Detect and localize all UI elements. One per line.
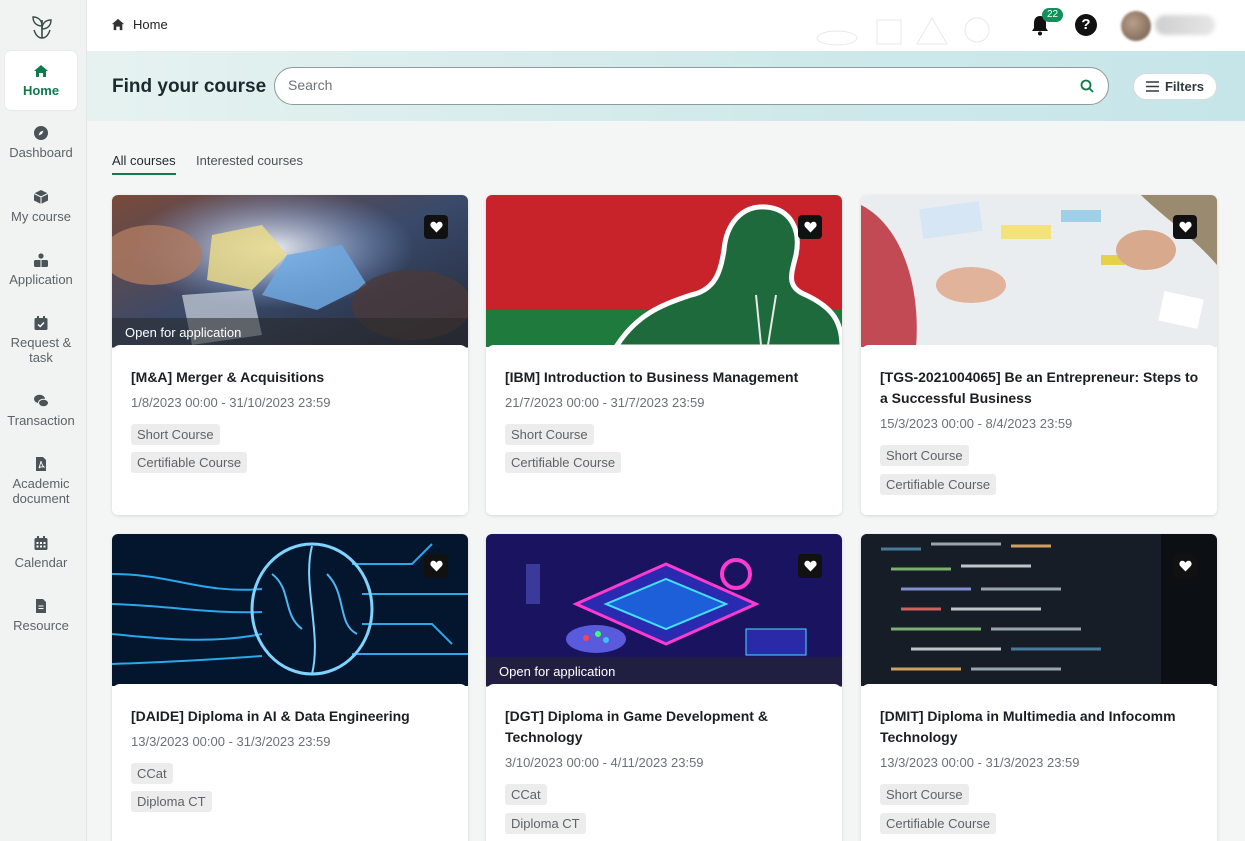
course-thumbnail-code-screen <box>861 534 1217 686</box>
tab-all-courses[interactable]: All courses <box>112 153 176 175</box>
course-title[interactable]: [DGT] Diploma in Game Development & Tech… <box>505 706 825 748</box>
sidebar-item-label: Home <box>22 83 60 98</box>
course-dates: 13/3/2023 00:00 - 31/3/2023 23:59 <box>880 755 1080 770</box>
course-tag: Certifiable Course <box>505 452 622 473</box>
course-card[interactable]: [IBM] Introduction to Business Managemen… <box>486 195 842 515</box>
course-card[interactable]: [TGS-2021004065] Be an Entrepreneur: Ste… <box>861 195 1217 515</box>
course-dates: 13/3/2023 00:00 - 31/3/2023 23:59 <box>131 734 331 749</box>
favorite-heart-icon[interactable] <box>424 554 448 578</box>
course-tag: Diploma CT <box>505 813 586 834</box>
course-title[interactable]: [M&A] Merger & Acquisitions <box>131 367 451 388</box>
logo-icon <box>32 16 52 39</box>
background-doodle <box>816 16 990 46</box>
chat-icon <box>34 394 49 408</box>
sidebar-item-transaction[interactable]: Transaction <box>5 393 77 428</box>
user-name-blurred[interactable] <box>1155 15 1215 35</box>
course-tag: Diploma CT <box>131 791 212 812</box>
course-tag: CCat <box>505 784 547 805</box>
sidebar-item-my-course[interactable]: My course <box>5 189 77 224</box>
course-tag: CCat <box>131 763 173 784</box>
compass-icon <box>34 126 48 140</box>
file-icon <box>36 599 46 613</box>
status-badge: Open for application <box>486 657 842 687</box>
sidebar-item-label: Academic document <box>12 476 70 506</box>
course-card-body: [DMIT] Diploma in Multimedia and Infocom… <box>861 684 1217 841</box>
course-tag: Short Course <box>505 424 594 445</box>
course-tag: Short Course <box>880 445 969 466</box>
notification-count-badge: 22 <box>1042 8 1064 22</box>
tab-interested-courses[interactable]: Interested courses <box>196 153 303 168</box>
avatar[interactable] <box>1121 11 1151 41</box>
sidebar-item-label: Request & task <box>10 335 72 365</box>
course-tag: Certifiable Course <box>880 474 997 495</box>
course-title[interactable]: [DMIT] Diploma in Multimedia and Infocom… <box>880 706 1200 748</box>
cube-icon <box>33 190 49 204</box>
favorite-heart-icon[interactable] <box>798 215 822 239</box>
search-icon[interactable] <box>1080 79 1094 93</box>
sidebar-item-application[interactable]: Application <box>5 252 77 287</box>
breadcrumb-label: Home <box>133 17 168 32</box>
course-card[interactable]: Open for application [M&A] Merger & Acqu… <box>112 195 468 515</box>
course-card-body: [DAIDE] Diploma in AI & Data Engineering… <box>112 684 468 841</box>
help-icon[interactable]: ? <box>1075 14 1097 36</box>
course-title[interactable]: [TGS-2021004065] Be an Entrepreneur: Ste… <box>880 367 1200 409</box>
sidebar-item-academic-document[interactable]: Academic document <box>5 456 77 506</box>
calendar-check-icon <box>34 316 48 330</box>
filters-button[interactable]: Filters <box>1133 73 1217 100</box>
search-banner: Find your course Filters <box>87 51 1245 121</box>
search-box[interactable] <box>274 67 1109 105</box>
filter-lines-icon <box>1145 81 1159 92</box>
pdf-icon <box>36 457 46 471</box>
filters-label: Filters <box>1164 79 1204 94</box>
sidebar-item-label: Application <box>9 272 73 287</box>
course-tag: Certifiable Course <box>131 452 248 473</box>
sidebar-item-home[interactable]: Home <box>5 51 77 110</box>
sidebar-item-label: My course <box>11 209 71 224</box>
course-dates: 15/3/2023 00:00 - 8/4/2023 23:59 <box>880 416 1073 431</box>
status-badge: Open for application <box>112 318 468 348</box>
course-dates: 3/10/2023 00:00 - 4/11/2023 23:59 <box>505 755 704 770</box>
favorite-heart-icon[interactable] <box>1173 215 1197 239</box>
course-dates: 21/7/2023 00:00 - 31/7/2023 23:59 <box>505 395 705 410</box>
course-thumbnail-ai-brain <box>112 534 468 686</box>
course-thumbnail-silhouette <box>486 195 842 347</box>
course-title[interactable]: [IBM] Introduction to Business Managemen… <box>505 367 825 388</box>
course-card-body: [M&A] Merger & Acquisitions 1/8/2023 00:… <box>112 345 468 515</box>
sidebar-item-request-task[interactable]: Request & task <box>5 315 77 365</box>
favorite-heart-icon[interactable] <box>798 554 822 578</box>
course-card-body: [TGS-2021004065] Be an Entrepreneur: Ste… <box>861 345 1217 515</box>
course-tag: Short Course <box>880 784 969 805</box>
course-tag: Short Course <box>131 424 220 445</box>
breadcrumb[interactable]: Home <box>111 17 168 32</box>
course-card[interactable]: [DAIDE] Diploma in AI & Data Engineering… <box>112 534 468 841</box>
people-icon <box>34 253 48 267</box>
favorite-heart-icon[interactable] <box>424 215 448 239</box>
course-card[interactable]: Open for application [DGT] Diploma in Ga… <box>486 534 842 841</box>
calendar-icon <box>34 536 48 550</box>
sidebar-item-label: Resource <box>13 618 69 633</box>
home-icon <box>34 65 48 77</box>
course-title[interactable]: [DAIDE] Diploma in AI & Data Engineering <box>131 706 451 727</box>
course-card-body: [DGT] Diploma in Game Development & Tech… <box>486 684 842 841</box>
search-input[interactable] <box>288 77 1068 93</box>
sidebar-item-label: Dashboard <box>9 145 73 160</box>
page-title: Find your course <box>112 76 267 97</box>
sidebar-item-calendar[interactable]: Calendar <box>5 535 77 570</box>
sidebar-item-dashboard[interactable]: Dashboard <box>5 125 77 160</box>
sidebar-item-label: Transaction <box>7 413 75 428</box>
favorite-heart-icon[interactable] <box>1173 554 1197 578</box>
sidebar-item-resource[interactable]: Resource <box>5 598 77 633</box>
course-tag: Certifiable Course <box>880 813 997 834</box>
sidebar-item-label: Calendar <box>14 555 68 570</box>
course-card-body: [IBM] Introduction to Business Managemen… <box>486 345 842 515</box>
sidebar: Home Dashboard My course Application Req… <box>0 0 87 841</box>
home-icon <box>111 18 125 31</box>
course-dates: 1/8/2023 00:00 - 31/10/2023 23:59 <box>131 395 331 410</box>
course-card[interactable]: [DMIT] Diploma in Multimedia and Infocom… <box>861 534 1217 841</box>
course-thumbnail-meeting <box>861 195 1217 347</box>
top-bar: Home 22 ? <box>87 0 1245 51</box>
